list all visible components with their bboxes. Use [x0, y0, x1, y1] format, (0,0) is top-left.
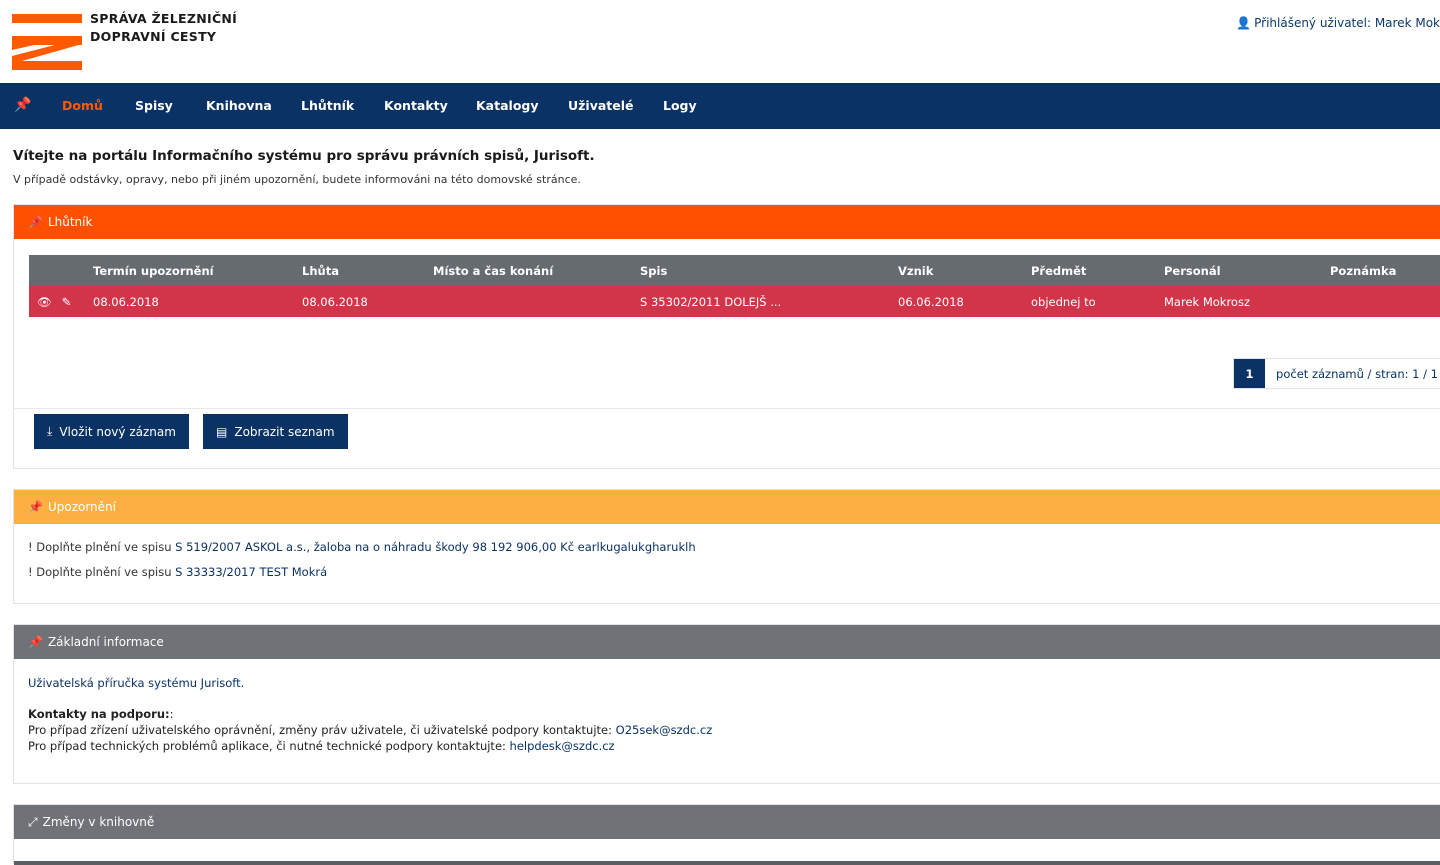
logged-user[interactable]: 👤 Přihlášený uživatel: Marek Mok: [1236, 16, 1440, 30]
brand-name: SPRÁVA ŽELEZNIČNÍ DOPRAVNÍ CESTY: [90, 10, 237, 46]
nav-item-logy[interactable]: Logy: [663, 98, 697, 113]
lhutnik-panel: 📌 Lhůtník Termín upozornění Lhůta Místo a…: [13, 204, 1440, 469]
table-row[interactable]: 👁 ✎ 08.06.2018 08.06.2018 S 35302/2011 DO…: [29, 286, 1440, 317]
column-header-misto[interactable]: Místo a čas konání: [433, 255, 640, 286]
nav-item-spisy[interactable]: Spisy: [135, 98, 173, 113]
nav-item-uzivatele[interactable]: Uživatelé: [568, 98, 634, 113]
main-navbar: 📌 Domů Spisy Knihovna Lhůtník Kontakty K…: [0, 83, 1440, 129]
user-manual-link[interactable]: Uživatelská příručka systému Jurisoft.: [28, 676, 244, 690]
notice-link[interactable]: S 519/2007 ASKOL a.s., žaloba na o náhra…: [175, 540, 695, 554]
column-header-termin[interactable]: Termín upozornění: [93, 255, 302, 286]
add-record-button[interactable]: ⤓ Vložit nový záznam: [34, 414, 189, 449]
cell-predmet: objednej to: [1031, 286, 1164, 317]
expand-icon: ⤢: [28, 815, 38, 829]
upozorneni-panel: 📌 Upozornění ! Doplňte plnění ve spisu S …: [13, 489, 1440, 604]
nav-item-katalogy[interactable]: Katalogy: [476, 98, 539, 113]
support-line-2: Pro případ technických problémů aplikace…: [28, 739, 615, 753]
zakladni-panel-title: Základní informace: [47, 635, 164, 649]
nav-item-domu[interactable]: Domů: [62, 98, 103, 113]
column-header-vznik[interactable]: Vznik: [898, 255, 1031, 286]
column-header-actions: [29, 255, 93, 286]
pin-icon: 📌: [28, 635, 43, 649]
lhutnik-panel-title: Lhůtník: [47, 215, 93, 229]
zakladni-panel: 📌 Základní informace Uživatelská příručka…: [13, 624, 1440, 784]
lhutnik-panel-header: 📌 Lhůtník: [14, 205, 1440, 239]
support-email-1[interactable]: O25sek@szdc.cz: [616, 723, 713, 737]
add-record-label: Vložit nový záznam: [59, 424, 176, 439]
page-button-1[interactable]: 1: [1234, 359, 1266, 388]
show-list-label: Zobrazit seznam: [234, 424, 335, 439]
support-line-2-text: Pro případ technických problémů aplikace…: [28, 739, 510, 753]
notice-item: ! Doplňte plnění ve spisu S 33333/2017 T…: [28, 565, 327, 579]
pin-icon: 📌: [28, 500, 43, 514]
support-line-1: Pro případ zřízení uživatelského oprávně…: [28, 723, 712, 737]
upozorneni-panel-title: Upozornění: [47, 500, 116, 514]
szdc-logo[interactable]: [12, 14, 82, 70]
pagination-info: počet záznamů / stran: 1 / 1: [1276, 366, 1438, 381]
pin-icon[interactable]: 📌: [14, 97, 31, 113]
nav-item-kontakty[interactable]: Kontakty: [384, 98, 448, 113]
welcome-title: Vítejte na portálu Informačního systému …: [13, 148, 595, 164]
support-heading-suffix: :: [169, 707, 174, 721]
pagination: 1 počet záznamů / stran: 1 / 1: [1233, 358, 1440, 389]
cell-spis[interactable]: S 35302/2011 DOLEJŠ ...: [640, 286, 898, 317]
brand-line-2: DOPRAVNÍ CESTY: [90, 29, 217, 44]
support-line-1-text: Pro případ zřízení uživatelského oprávně…: [28, 723, 616, 737]
lhutnik-actions: ⤓ Vložit nový záznam ▤ Zobrazit seznam: [14, 408, 1440, 470]
column-header-poznamka[interactable]: Poznámka: [1330, 255, 1440, 286]
list-icon: ▤: [216, 424, 228, 439]
pin-icon: 📌: [28, 215, 43, 229]
row-actions: 👁 ✎: [29, 286, 93, 317]
support-heading-text: Kontakty na podporu:: [28, 707, 170, 721]
column-header-predmet[interactable]: Předmět: [1031, 255, 1164, 286]
cell-termin: 08.06.2018: [93, 286, 302, 317]
notice-link[interactable]: S 33333/2017 TEST Mokrá: [175, 565, 327, 579]
zmeny-panel-title: Změny v knihovně: [42, 815, 155, 829]
download-icon: ⤓: [47, 424, 53, 438]
eye-icon[interactable]: 👁: [37, 295, 52, 309]
zakladni-panel-header: 📌 Základní informace: [14, 625, 1440, 659]
notice-item: ! Doplňte plnění ve spisu S 519/2007 ASK…: [28, 540, 696, 554]
zmeny-panel: ⤢ Změny v knihovně: [13, 804, 1440, 865]
cell-vznik: 06.06.2018: [898, 286, 1031, 317]
notice-prefix: ! Doplňte plnění ve spisu: [28, 540, 176, 554]
cell-poznamka: [1330, 286, 1440, 317]
column-header-spis[interactable]: Spis: [640, 255, 898, 286]
pencil-icon[interactable]: ✎: [62, 295, 72, 309]
table-header-row: Termín upozornění Lhůta Místo a čas koná…: [29, 255, 1440, 286]
cell-misto: [433, 286, 640, 317]
zmeny-panel-header: ⤢ Změny v knihovně: [14, 805, 1440, 839]
column-header-lhuta[interactable]: Lhůta: [302, 255, 433, 286]
notice-prefix: ! Doplňte plnění ve spisu: [28, 565, 176, 579]
lhutnik-table: Termín upozornění Lhůta Místo a čas koná…: [29, 255, 1440, 317]
nav-item-knihovna[interactable]: Knihovna: [206, 98, 272, 113]
panel-divider: [14, 861, 1440, 865]
header: SPRÁVA ŽELEZNIČNÍ DOPRAVNÍ CESTY 👤 Přihlá…: [0, 0, 1440, 83]
column-header-personal[interactable]: Personál: [1164, 255, 1330, 286]
support-heading: Kontakty na podporu::: [28, 707, 173, 721]
upozorneni-panel-header: 📌 Upozornění: [14, 490, 1440, 524]
brand-line-1: SPRÁVA ŽELEZNIČNÍ: [90, 11, 238, 26]
show-list-button[interactable]: ▤ Zobrazit seznam: [203, 414, 348, 449]
cell-personal: Marek Mokrosz: [1164, 286, 1330, 317]
nav-item-lhutnik[interactable]: Lhůtník: [301, 98, 354, 113]
support-email-2[interactable]: helpdesk@szdc.cz: [510, 739, 615, 753]
user-icon: 👤: [1236, 16, 1252, 30]
logged-user-text: Přihlášený uživatel: Marek Mok: [1254, 16, 1440, 30]
welcome-subtitle: V případě odstávky, opravy, nebo při jin…: [13, 173, 581, 186]
cell-lhuta: 08.06.2018: [302, 286, 433, 317]
